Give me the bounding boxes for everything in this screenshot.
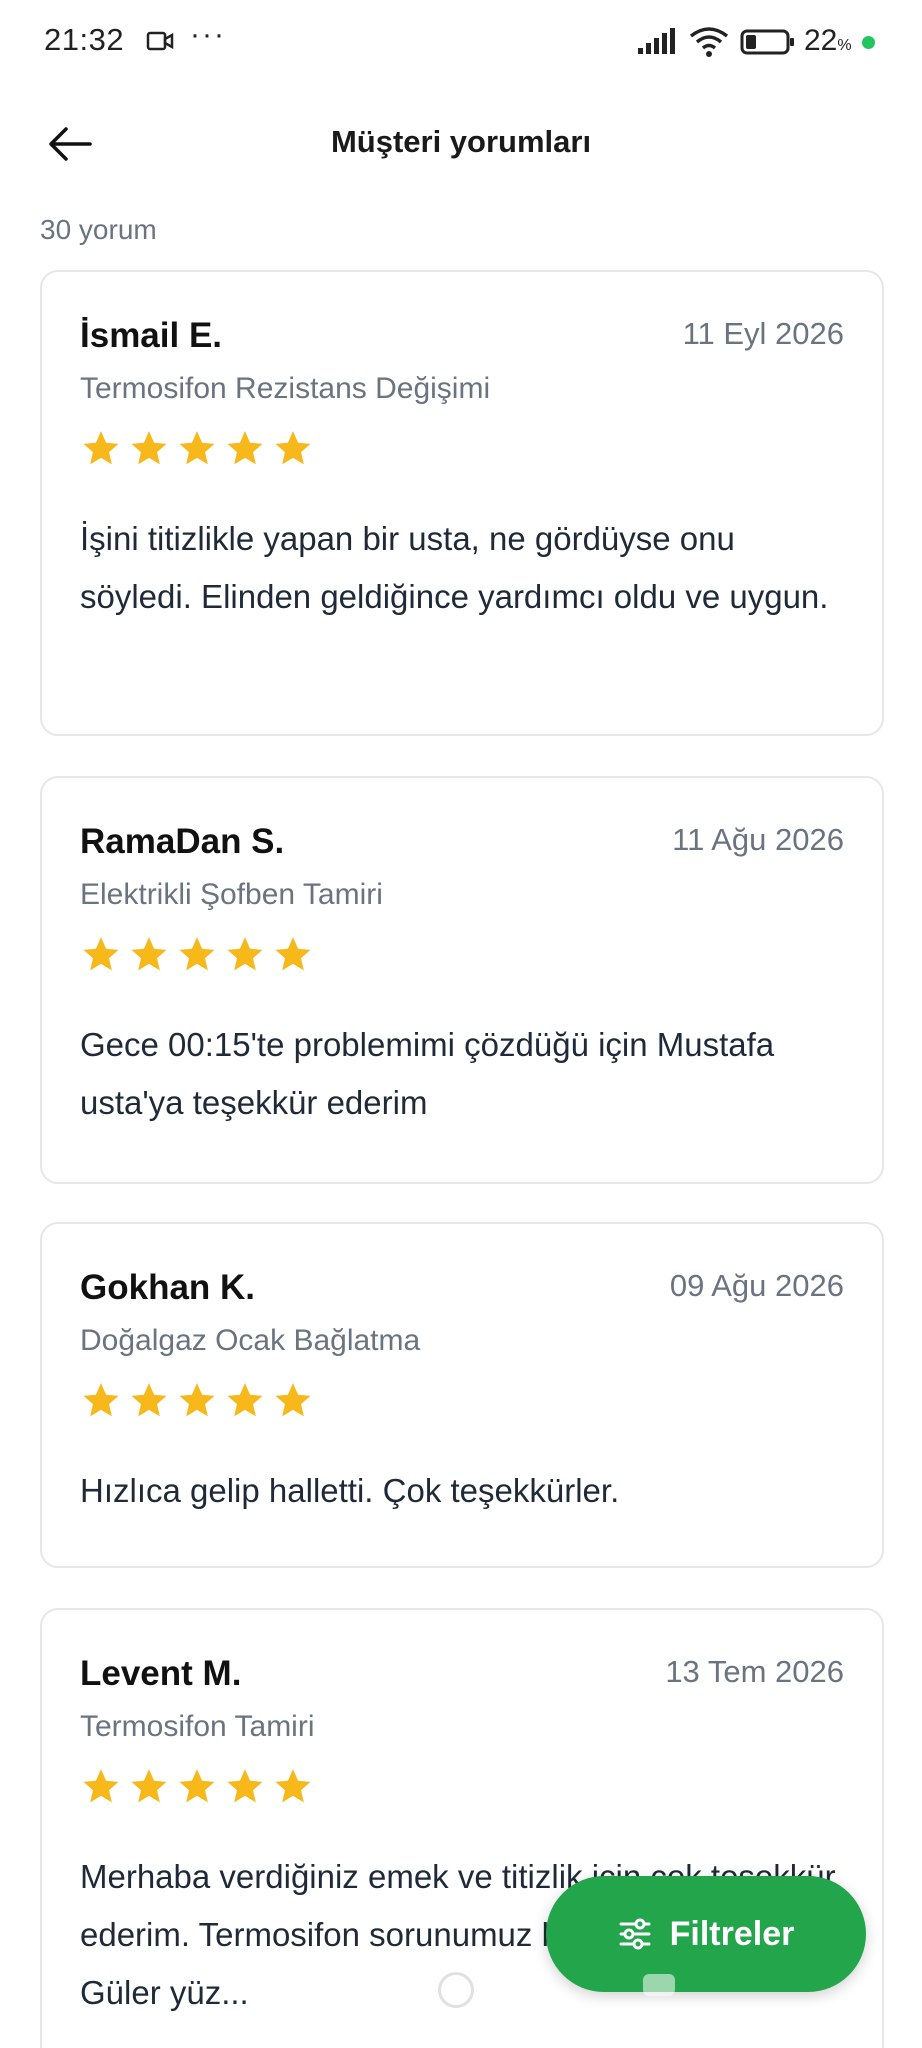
review-date: 11 Eyl 2026 <box>682 316 844 351</box>
star-icon <box>227 937 263 971</box>
star-icon <box>179 431 215 465</box>
reviewer-name: İsmail E. <box>80 316 223 355</box>
review-card: Gokhan K. 09 Ağu 2026 Doğalgaz Ocak Bağl… <box>40 1222 884 1568</box>
battery-percent: 22% <box>804 24 852 58</box>
service-name: Termosifon Tamiri <box>80 1710 315 1743</box>
status-bar: 21:32 ··· 22% <box>0 0 922 86</box>
star-icon <box>275 431 311 465</box>
reviewer-name: RamaDan S. <box>80 822 285 861</box>
nav-indicator <box>643 1974 675 1996</box>
star-icon <box>83 937 119 971</box>
star-icon <box>227 431 263 465</box>
nav-home-indicator <box>438 1972 474 2008</box>
star-icon <box>131 1383 167 1417</box>
status-more-icon: ··· <box>190 18 226 51</box>
star-icon <box>275 1383 311 1417</box>
service-name: Elektrikli Şofben Tamiri <box>80 878 383 911</box>
service-name: Termosifon Rezistans Değişimi <box>80 372 491 405</box>
star-icon <box>275 937 311 971</box>
signal-icon <box>638 28 675 54</box>
star-rating <box>80 934 314 976</box>
star-icon <box>83 431 119 465</box>
app-header: Müşteri yorumları <box>0 96 922 192</box>
review-count: 30 yorum <box>40 214 157 245</box>
review-text: Hızlıca gelip halletti. Çok teşekkürler. <box>80 1472 620 1509</box>
review-card: İsmail E. 11 Eyl 2026 Termosifon Rezista… <box>40 270 884 736</box>
star-icon <box>131 937 167 971</box>
sliders-icon <box>619 1918 651 1950</box>
star-icon <box>275 1769 311 1803</box>
star-rating <box>80 1380 314 1422</box>
page-title: Müşteri yorumları <box>330 124 592 159</box>
star-rating <box>80 428 314 470</box>
wifi-icon <box>689 27 729 57</box>
star-icon <box>131 431 167 465</box>
filter-label: Filtreler <box>669 1914 795 1953</box>
filter-button[interactable]: Filtreler <box>546 1876 866 1992</box>
battery-unit: % <box>837 37 852 54</box>
battery-icon <box>740 29 794 55</box>
review-date: 09 Ağu 2026 <box>669 1268 844 1303</box>
review-date: 11 Ağu 2026 <box>672 822 844 857</box>
star-rating <box>80 1766 314 1808</box>
star-icon <box>227 1769 263 1803</box>
status-time: 21:32 <box>44 22 125 57</box>
review-card: RamaDan S. 11 Ağu 2026 Elektrikli Şofben… <box>40 776 884 1184</box>
reviewer-name: Levent M. <box>80 1654 242 1693</box>
battery-value: 22 <box>804 24 838 57</box>
review-text: İşini titizlikle yapan bir usta, ne görd… <box>80 520 829 615</box>
star-icon <box>227 1383 263 1417</box>
review-date: 13 Tem 2026 <box>665 1654 844 1689</box>
reviewer-name: Gokhan K. <box>80 1268 256 1307</box>
video-icon <box>146 31 174 51</box>
review-text: Gece 00:15'te problemimi çözdüğü için Mu… <box>80 1026 775 1121</box>
service-name: Doğalgaz Ocak Bağlatma <box>80 1324 421 1357</box>
star-icon <box>83 1383 119 1417</box>
star-icon <box>179 1769 215 1803</box>
star-icon <box>179 937 215 971</box>
privacy-indicator-dot <box>862 36 875 49</box>
star-icon <box>83 1769 119 1803</box>
star-icon <box>179 1383 215 1417</box>
star-icon <box>131 1769 167 1803</box>
